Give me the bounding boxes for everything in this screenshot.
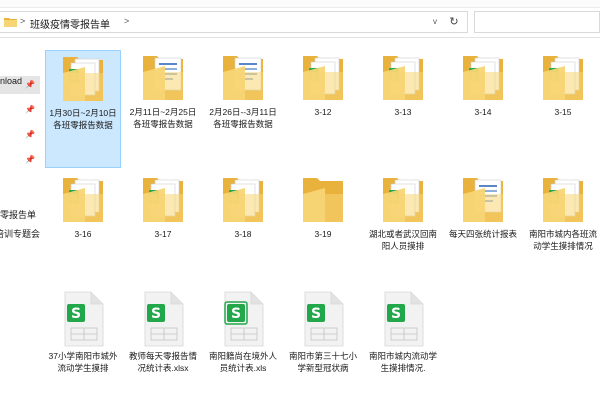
folder-item[interactable]: S 湖北或者武汉回南阳人员摸排 <box>365 172 441 252</box>
item-label: 南阳市城内各班流动学生摸排情况 <box>528 229 597 251</box>
folder-icon: S <box>285 50 361 104</box>
item-label: 南阳市第三十七小学新型冠状病 <box>288 351 357 373</box>
folder-icon: S <box>365 172 441 226</box>
folder-icon: S <box>365 50 441 104</box>
file-item[interactable]: S 37小学南阳市城外流动学生摸排 <box>45 290 121 374</box>
folder-item[interactable]: 每天四张统计报表 <box>445 172 521 240</box>
svg-text:S: S <box>151 306 161 322</box>
refresh-icon[interactable]: ↻ <box>446 14 462 30</box>
item-label: 3-13 <box>394 107 412 117</box>
chevron-down-icon[interactable]: v <box>428 15 442 29</box>
folder-item[interactable]: S 3-14 <box>445 50 521 118</box>
item-label: 南阳市城内流动学生摸排情况. <box>368 351 437 373</box>
spreadsheet-icon: S <box>125 290 201 348</box>
folder-item[interactable]: S 3-16 <box>45 172 121 240</box>
spreadsheet-icon: S <box>365 290 441 348</box>
folder-item[interactable]: 2月11日~2月25日各班零报告数据 <box>125 50 201 130</box>
item-label: 1月30日~2月10日各班零报告数据 <box>49 108 117 130</box>
breadcrumb-separator: > <box>124 16 130 26</box>
file-item[interactable]: S 南阳籍尚在境外人员统计表.xls <box>205 290 281 374</box>
item-label: 3-15 <box>554 107 572 117</box>
folder-item[interactable]: 2月26日--3月11日各班零报告数据 <box>205 50 281 130</box>
folder-icon <box>205 50 281 104</box>
folder-item[interactable]: 3-19 <box>285 172 361 240</box>
address-bar: > 班级疫情零报告单 > v ↻ <box>0 8 600 38</box>
svg-text:S: S <box>391 306 401 322</box>
item-label: 湖北或者武汉回南阳人员摸排 <box>368 229 437 251</box>
item-label: 3-14 <box>474 107 492 117</box>
item-label: 2月11日~2月25日各班零报告数据 <box>129 107 197 129</box>
folder-item[interactable]: S 3-12 <box>285 50 361 118</box>
folder-icon <box>125 50 201 104</box>
item-label: 2月26日--3月11日各班零报告数据 <box>209 107 277 129</box>
folder-item[interactable]: S 3-18 <box>205 172 281 240</box>
pin-icon: 📌 <box>25 130 35 139</box>
breadcrumb-current-folder[interactable]: 班级疫情零报告单 <box>30 16 110 31</box>
folder-item[interactable]: S 3-13 <box>365 50 441 118</box>
file-item[interactable]: S 南阳市第三十七小学新型冠状病 <box>285 290 361 374</box>
sidebar-item-training-folder[interactable]: 培训专题会 <box>0 227 40 245</box>
svg-text:S: S <box>71 306 81 322</box>
spreadsheet-icon: S <box>285 290 361 348</box>
folder-item[interactable]: S 1月30日~2月10日各班零报告数据 <box>45 50 121 168</box>
breadcrumb-separator: > <box>20 16 26 26</box>
sidebar-item-report-folder[interactable]: 零报告单 <box>0 208 40 226</box>
folder-icon: S <box>45 172 121 226</box>
folder-icon: S <box>46 51 120 105</box>
folder-item[interactable]: S 3-15 <box>525 50 600 118</box>
file-item[interactable]: S 教师每天零报告情况统计表.xlsx <box>125 290 201 374</box>
folder-item[interactable]: S 3-17 <box>125 172 201 240</box>
folder-icon <box>445 172 521 226</box>
folder-icon: S <box>525 172 600 226</box>
svg-text:S: S <box>311 306 321 322</box>
pin-icon: 📌 <box>25 155 35 164</box>
item-label: 教师每天零报告情况统计表.xlsx <box>128 351 197 373</box>
file-view: S 1月30日~2月10日各班零报告数据 2月11日~2月25日各班零报告数据 2月2… <box>40 38 600 400</box>
search-input[interactable] <box>474 11 600 33</box>
folder-icon: S <box>525 50 600 104</box>
file-item[interactable]: S 南阳市城内流动学生摸排情况. <box>365 290 441 374</box>
pin-icon: 📌 <box>25 80 35 89</box>
ribbon-strip <box>0 0 600 8</box>
folder-icon: S <box>205 172 281 226</box>
spreadsheet-icon: S <box>45 290 121 348</box>
sidebar-item-label: 零报告单 <box>0 210 37 220</box>
navigation-pane: nload 📌 📌 📌 📌 零报告单 培训专题会 <box>0 38 40 400</box>
item-label: 3-12 <box>314 107 332 117</box>
folder-icon <box>4 18 17 27</box>
folder-icon <box>285 172 361 226</box>
item-label: 3-17 <box>154 229 172 239</box>
item-label: 每天四张统计报表 <box>448 229 517 239</box>
pin-icon: 📌 <box>25 105 35 114</box>
folder-icon: S <box>445 50 521 104</box>
item-label: 南阳籍尚在境外人员统计表.xls <box>208 351 277 373</box>
sidebar-item-label: nload <box>0 76 23 86</box>
spreadsheet-icon: S <box>205 290 281 348</box>
item-label: 37小学南阳市城外流动学生摸排 <box>48 351 118 373</box>
folder-item[interactable]: S 南阳市城内各班流动学生摸排情况 <box>525 172 600 252</box>
folder-icon: S <box>125 172 201 226</box>
item-label: 3-19 <box>314 229 332 239</box>
item-label: 3-16 <box>74 229 92 239</box>
svg-text:S: S <box>231 306 241 322</box>
item-label: 3-18 <box>234 229 252 239</box>
sidebar-item-label: 培训专题会 <box>0 229 40 239</box>
